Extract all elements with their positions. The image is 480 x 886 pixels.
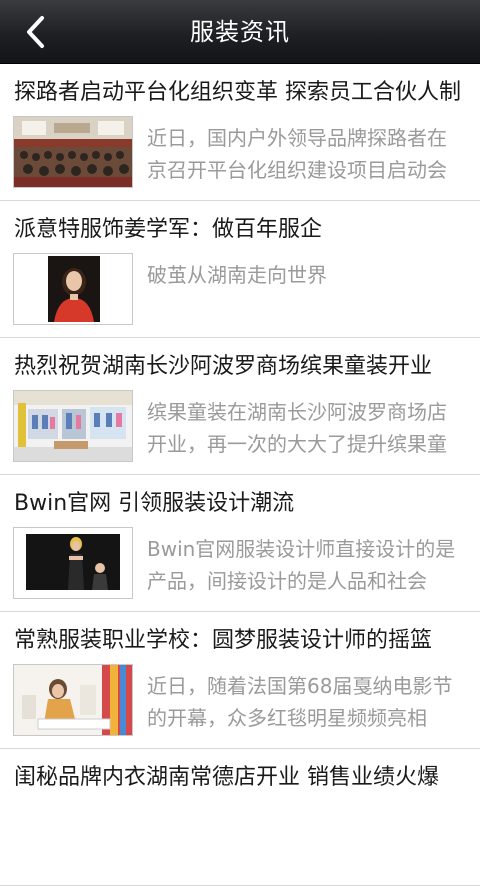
conference-hall-thumbnail — [13, 116, 133, 188]
page-title: 服装资讯 — [190, 18, 290, 46]
news-item[interactable]: 探路者启动平台化组织变革 探索员工合伙人制 近日，国内户外领导品牌探路者在京召开… — [0, 64, 480, 201]
news-title: 热烈祝贺湖南长沙阿波罗商场缤果童装开业 — [14, 354, 433, 379]
news-title: 探路者启动平台化组织变革 探索员工合伙人制 — [14, 80, 461, 105]
news-summary: 缤果童装在湖南长沙阿波罗商场店开业，再一次的大大了提升缤果童装的品牌形象 — [147, 400, 447, 456]
app-header: 服装资讯 — [0, 0, 480, 64]
store-interior-thumbnail — [13, 390, 133, 462]
designer-sketching-thumbnail — [13, 664, 133, 736]
news-title: 派意特服饰姜学军：做百年服企 — [14, 217, 323, 242]
news-list: 探路者启动平台化组织变革 探索员工合伙人制 近日，国内户外领导品牌探路者在京召开… — [0, 64, 480, 886]
news-summary: 近日，随着法国第68届戛纳电影节的开幕，众多红毯明星频频亮相 — [147, 674, 453, 730]
news-item[interactable]: 常熟服装职业学校：圆梦服装设计师的摇篮 近日，随着法国第68届戛纳电影节的开幕，… — [0, 612, 480, 749]
bwin-banner-thumbnail — [13, 527, 133, 599]
news-title: 闺秘品牌内衣湖南常德店开业 销售业绩火爆 — [14, 765, 439, 790]
news-summary: 近日，国内户外领导品牌探路者在京召开平台化组织建设项目启动会 — [147, 126, 447, 182]
news-title: 常熟服装职业学校：圆梦服装设计师的摇篮 — [14, 628, 433, 653]
news-item[interactable]: 派意特服饰姜学军：做百年服企 破茧从湖南走向世界 — [0, 201, 480, 338]
news-item[interactable]: Bwin官网 引领服装设计潮流 Bwin官网服装设计师直接设计的是产品，间接设计… — [0, 475, 480, 612]
news-item[interactable]: 热烈祝贺湖南长沙阿波罗商场缤果童装开业 缤果童装在湖南长沙阿波罗商场店开业，再一… — [0, 338, 480, 475]
news-summary: Bwin官网服装设计师直接设计的是产品，间接设计的是人品和社会 — [147, 537, 456, 593]
news-title: Bwin官网 引领服装设计潮流 — [14, 491, 295, 516]
woman-portrait-thumbnail — [13, 253, 133, 325]
news-summary: 破茧从湖南走向世界 — [147, 263, 327, 287]
news-item[interactable]: 闺秘品牌内衣湖南常德店开业 销售业绩火爆 — [0, 749, 480, 886]
